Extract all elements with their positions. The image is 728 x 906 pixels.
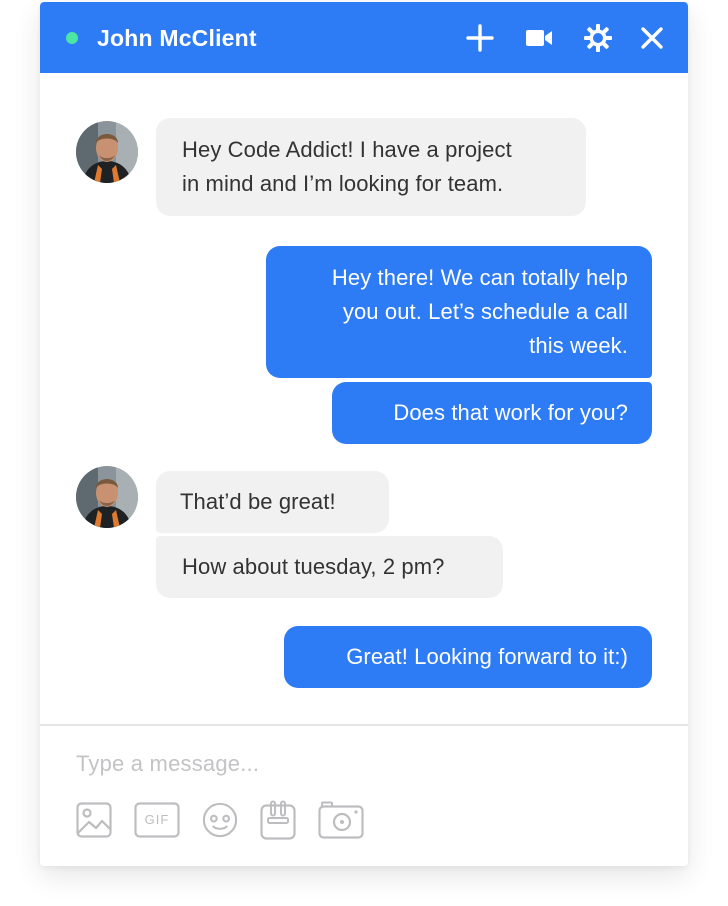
message-line: you out. Let’s schedule a call <box>342 299 628 324</box>
emoji-icon[interactable] <box>202 800 238 840</box>
message-list: Hey Code Addict! I have a project in min… <box>40 73 688 724</box>
message-line: Does that work for you? <box>393 400 628 425</box>
chat-header: John McClient <box>40 2 688 73</box>
message-line: That’d be great! <box>180 489 336 514</box>
avatar <box>76 121 138 183</box>
online-status-dot <box>66 32 78 44</box>
message-line: How about tuesday, 2 pm? <box>182 554 445 579</box>
avatar <box>76 466 138 528</box>
message-line: in mind and I’m looking for team. <box>182 171 504 196</box>
contact-name: John McClient <box>97 25 257 51</box>
message-line: Hey Code Addict! I have a project <box>182 137 512 162</box>
composer-divider <box>40 724 688 726</box>
message-bubble-incoming: That’d be great! <box>156 471 389 533</box>
message-bubble-incoming: How about tuesday, 2 pm? <box>156 536 503 598</box>
message-line: Hey there! We can totally help <box>331 265 628 290</box>
settings-icon[interactable] <box>583 23 613 53</box>
sticker-icon[interactable] <box>260 800 296 840</box>
message-input[interactable] <box>76 746 636 782</box>
chat-window: John McClient Hey Code Addict! I have a … <box>40 2 688 866</box>
image-icon[interactable] <box>76 800 112 840</box>
video-camera-icon[interactable] <box>524 23 554 53</box>
plus-icon[interactable] <box>465 23 495 53</box>
message-line: Great! Looking forward to it:) <box>346 644 628 669</box>
message-bubble-outgoing: Does that work for you? <box>332 382 652 444</box>
message-bubble-outgoing: Great! Looking forward to it:) <box>284 626 652 688</box>
gif-icon[interactable]: GIF <box>134 800 180 840</box>
gif-label: GIF <box>144 812 170 827</box>
message-bubble-outgoing: Hey there! We can totally help you out. … <box>266 246 652 378</box>
message-line: this week. <box>529 333 628 358</box>
message-bubble-incoming: Hey Code Addict! I have a project in min… <box>156 118 586 216</box>
close-icon[interactable] <box>637 23 667 53</box>
camera-icon[interactable] <box>318 800 364 840</box>
